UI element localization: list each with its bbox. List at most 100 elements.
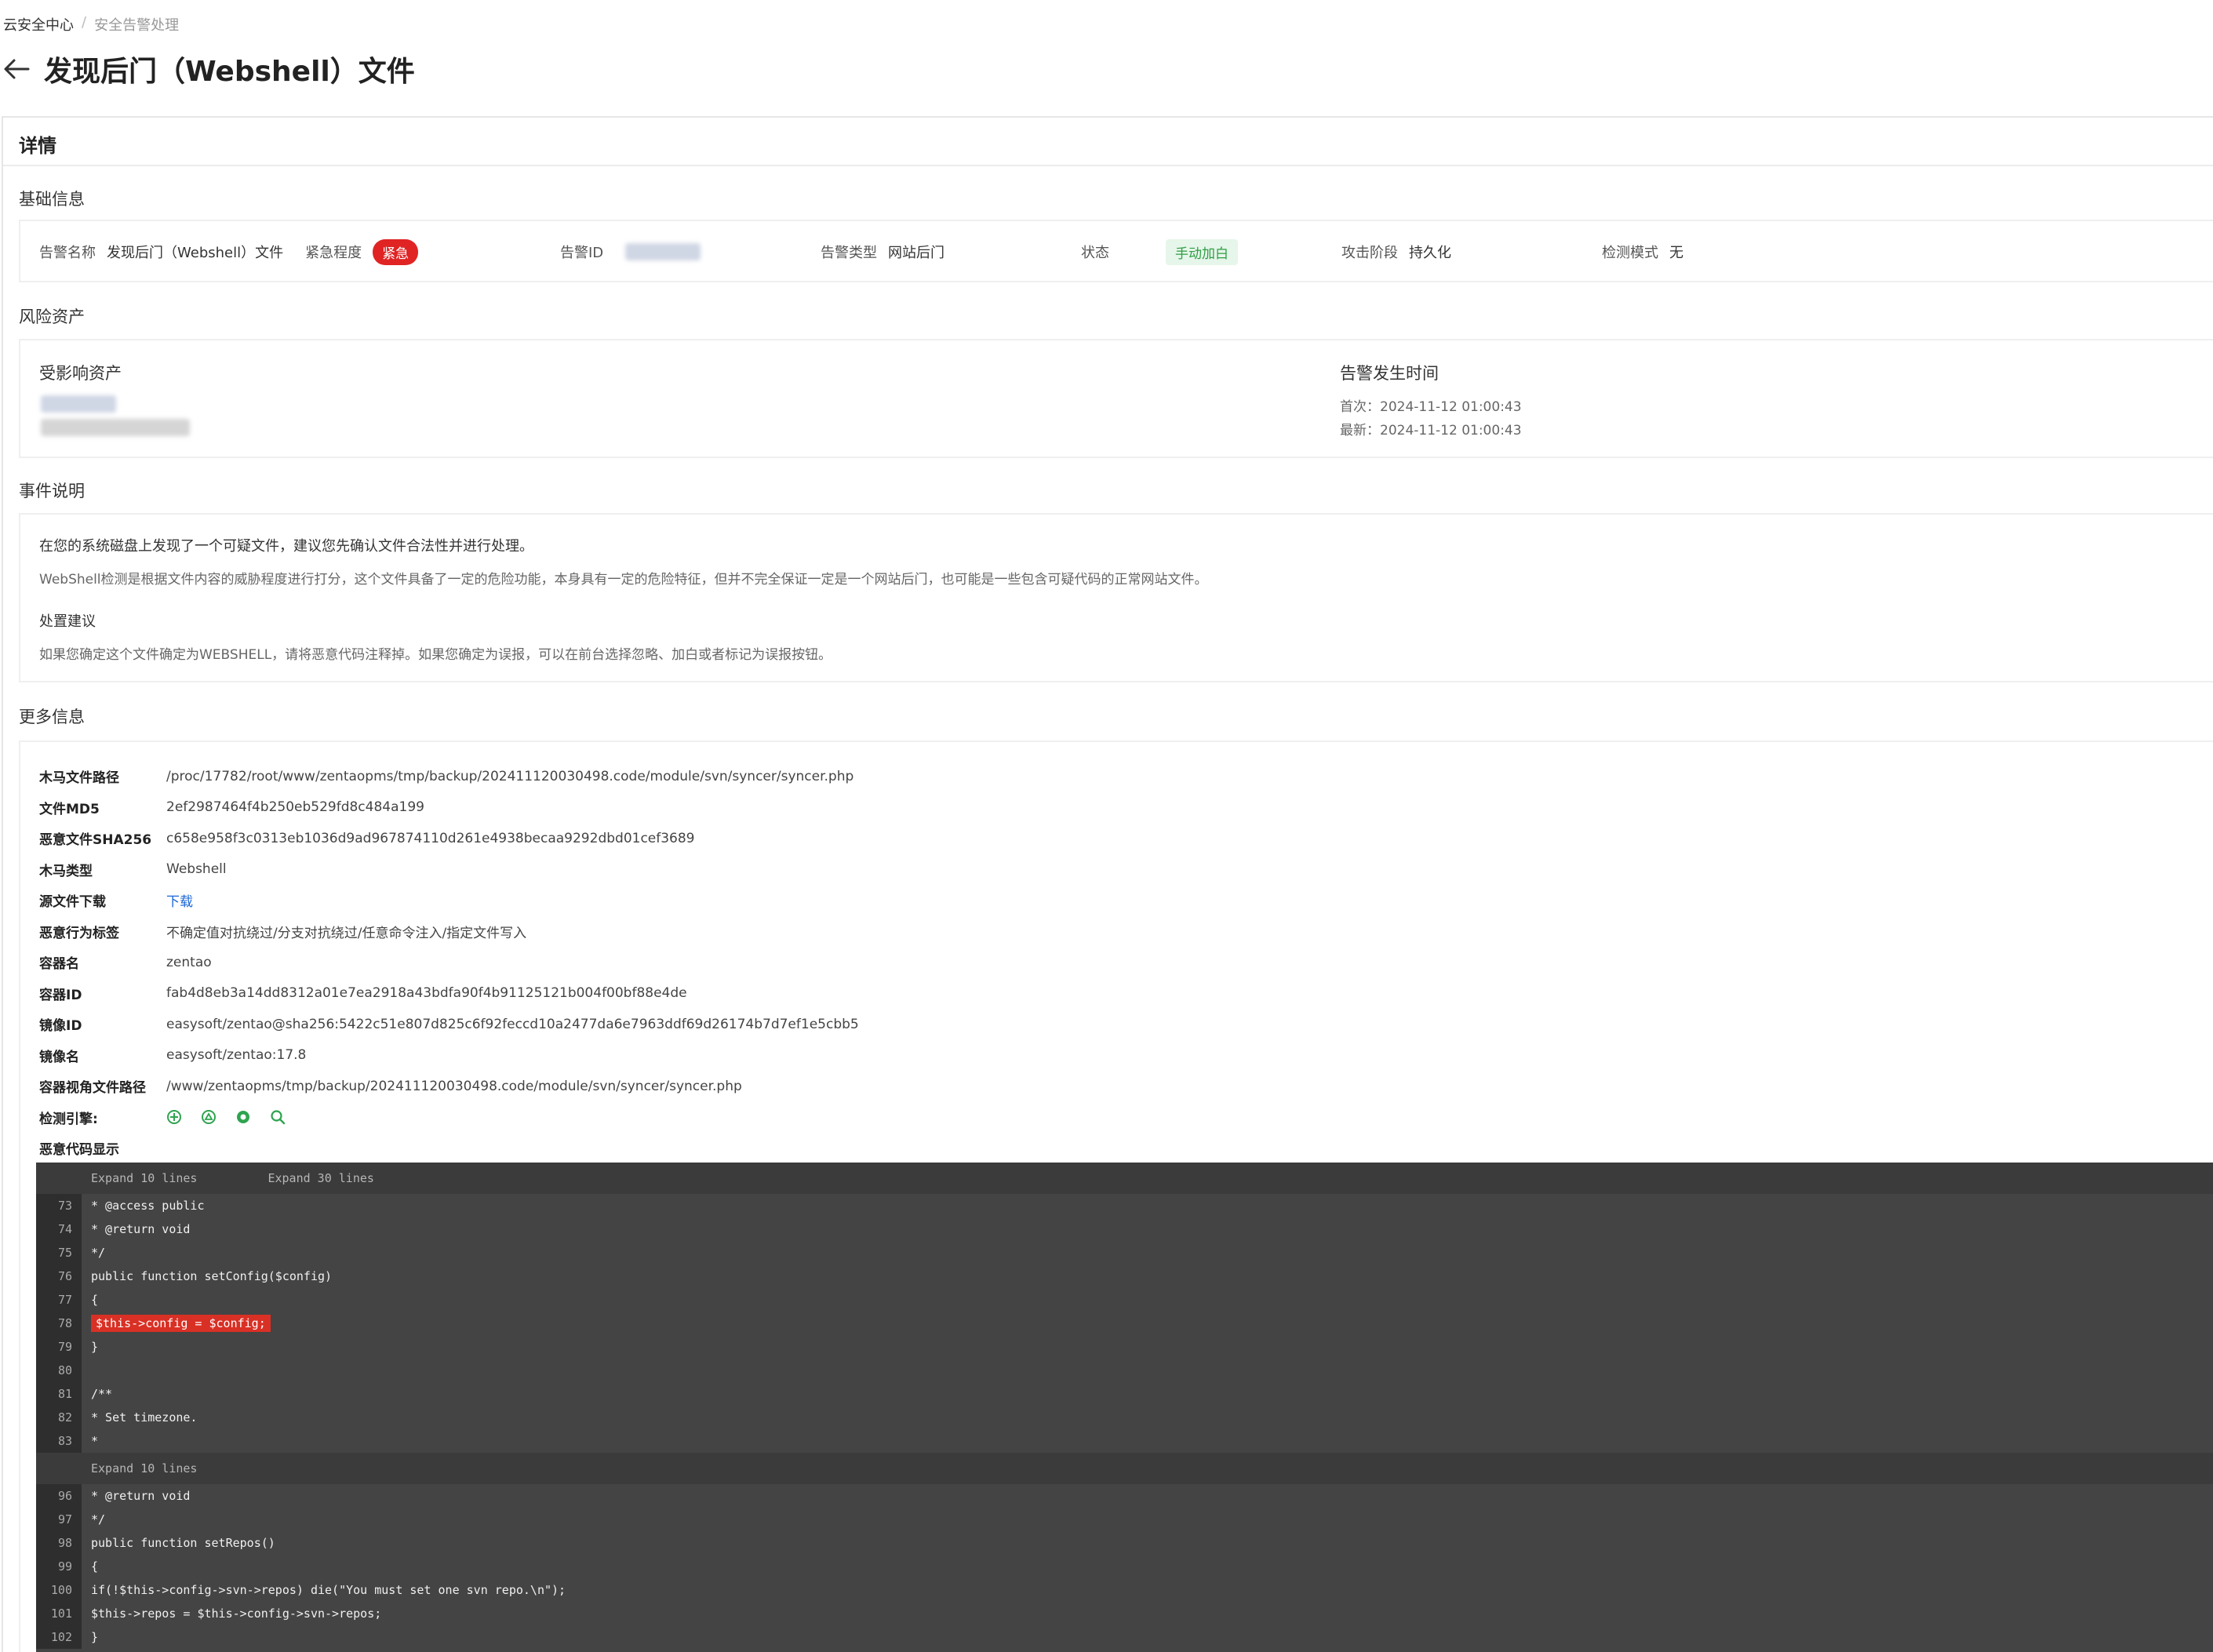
alert-type-label: 告警类型 xyxy=(821,245,877,261)
expand-30-button[interactable]: Expand 30 lines xyxy=(268,1171,373,1185)
info-row-container-name: 容器名 zentao xyxy=(39,947,859,978)
advice-text: 如果您确定这个文件确定为WEBSHELL，请将恶意代码注释掉。如果您确定为误报，… xyxy=(39,647,832,663)
line-source: * @return void xyxy=(91,1222,191,1236)
status-field: 状态 手动加白 xyxy=(1081,221,1238,282)
code-expand-bar-top: Expand 10 lines Expand 30 lines xyxy=(36,1163,2213,1194)
code-line-highlighted: 78 $this->config = $config; xyxy=(36,1312,2213,1335)
line-source: * @return void xyxy=(91,1489,191,1503)
info-row-image-id: 镜像ID easysoft/zentao@sha256:5422c51e807d8… xyxy=(39,1009,859,1040)
info-key: 源文件下载 xyxy=(39,894,106,911)
back-arrow-icon[interactable] xyxy=(3,57,30,81)
urgency-label: 紧急程度 xyxy=(305,245,362,261)
breadcrumb-separator: / xyxy=(82,14,87,31)
basic-info-title: 基础信息 xyxy=(19,190,85,209)
info-key: 镜像名 xyxy=(39,1049,79,1065)
alert-name-label: 告警名称 xyxy=(39,245,96,261)
info-value: easysoft/zentao:17.8 xyxy=(166,1047,307,1064)
line-number: 74 xyxy=(36,1217,82,1241)
line-source: /** xyxy=(91,1387,113,1401)
detect-mode-field: 检测模式 无 xyxy=(1602,221,1683,282)
line-source: { xyxy=(91,1559,99,1574)
info-row-engines: 检测引擎: xyxy=(39,1102,859,1133)
expand-10-button[interactable]: Expand 10 lines xyxy=(91,1461,197,1476)
engine-search-icon[interactable] xyxy=(270,1109,286,1125)
line-number: 75 xyxy=(36,1241,82,1264)
attack-stage-label: 攻击阶段 xyxy=(1341,245,1398,261)
code-line: 101 $this->repos = $this->config->svn->re… xyxy=(36,1602,2213,1625)
line-source: * @access public xyxy=(91,1199,205,1213)
info-row-image-name: 镜像名 easysoft/zentao:17.8 xyxy=(39,1040,859,1072)
code-line: 97 */ xyxy=(36,1508,2213,1531)
latest-time: 最新：2024-11-12 01:00:43 xyxy=(1340,423,1522,438)
info-row-trojan-path: 木马文件路径/proc/17782/root/www/zentaopms/tmp… xyxy=(39,761,859,792)
event-line2: WebShell检测是根据文件内容的威胁程度进行打分，这个文件具备了一定的危险功… xyxy=(39,572,1208,588)
status-label: 状态 xyxy=(1081,245,1109,261)
code-line: 83 * xyxy=(36,1429,2213,1453)
info-value: /www/zentaopms/tmp/backup/20241112003049… xyxy=(166,1078,742,1094)
line-number: 83 xyxy=(36,1429,82,1453)
line-source: } xyxy=(91,1340,99,1354)
page-title: 发现后门（Webshell）文件 xyxy=(44,56,415,88)
code-lines-b: 96 * @return void 97 */ 98 public function … xyxy=(36,1484,2213,1649)
expand-10-button[interactable]: Expand 10 lines xyxy=(91,1171,197,1185)
download-link[interactable]: 下载 xyxy=(166,890,193,910)
info-row-download: 源文件下载 下载 xyxy=(39,885,859,916)
code-viewer: Expand 10 lines Expand 30 lines 73 * @acc… xyxy=(36,1163,2213,1652)
breadcrumb-current: 安全告警处理 xyxy=(94,17,180,34)
line-number: 77 xyxy=(36,1288,82,1312)
first-time: 首次：2024-11-12 01:00:43 xyxy=(1340,399,1522,415)
line-source: $this->repos = $this->config->svn->repos… xyxy=(91,1607,382,1621)
code-line: 82 * Set timezone. xyxy=(36,1406,2213,1429)
engine-icons xyxy=(166,1109,286,1125)
info-value: Webshell xyxy=(166,861,227,878)
line-source: * Set timezone. xyxy=(91,1410,198,1425)
code-line: 75 */ xyxy=(36,1241,2213,1264)
line-source: */ xyxy=(91,1246,106,1260)
alert-name-value: 发现后门（Webshell）文件 xyxy=(107,245,284,261)
info-key: 容器视角文件路径 xyxy=(39,1080,146,1097)
advice-title: 处置建议 xyxy=(39,613,96,630)
info-row-code-label: 恶意代码显示 xyxy=(39,1133,859,1164)
code-line: 99 { xyxy=(36,1555,2213,1578)
line-source: { xyxy=(91,1293,99,1307)
event-box: 在您的系统磁盘上发现了一个可疑文件，建议您先确认文件合法性并进行处理。 WebS… xyxy=(19,513,2213,682)
info-key: 恶意文件SHA256 xyxy=(39,832,152,849)
alert-type-value: 网站后门 xyxy=(888,245,945,261)
breadcrumb-root[interactable]: 云安全中心 xyxy=(3,14,74,35)
info-value: c658e958f3c0313eb1036d9ad967874110d261e4… xyxy=(166,830,695,846)
detect-mode-value: 无 xyxy=(1669,245,1683,261)
alert-type-field: 告警类型 网站后门 xyxy=(821,221,945,282)
info-key: 恶意行为标签 xyxy=(39,925,119,941)
line-number: 80 xyxy=(36,1359,82,1382)
line-source: */ xyxy=(91,1512,106,1526)
alert-id-redacted xyxy=(625,243,701,260)
info-value: easysoft/zentao@sha256:5422c51e807d825c6… xyxy=(166,1016,859,1032)
info-row-md5: 文件MD5 2ef2987464f4b250eb529fd8c484a199 xyxy=(39,792,859,824)
line-number: 73 xyxy=(36,1194,82,1217)
panel-title: 详情 xyxy=(3,118,2213,166)
engine-c-icon[interactable] xyxy=(235,1109,251,1125)
code-line: 96 * @return void xyxy=(36,1484,2213,1508)
status-badge: 手动加白 xyxy=(1166,238,1238,265)
info-value: 2ef2987464f4b250eb529fd8c484a199 xyxy=(166,799,424,816)
code-line: 81 /** xyxy=(36,1382,2213,1406)
event-title: 事件说明 xyxy=(19,482,85,500)
code-line: 98 public function setRepos() xyxy=(36,1531,2213,1555)
code-line: 74 * @return void xyxy=(36,1217,2213,1241)
event-line1: 在您的系统磁盘上发现了一个可疑文件，建议您先确认文件合法性并进行处理。 xyxy=(39,538,533,555)
alert-id-field: 告警ID xyxy=(560,221,701,282)
line-number: 82 xyxy=(36,1406,82,1429)
asset-name-redacted[interactable] xyxy=(41,395,116,413)
engine-b-icon[interactable] xyxy=(201,1109,217,1125)
code-label: 恶意代码显示 xyxy=(39,1142,119,1159)
code-line: 102} xyxy=(36,1625,2213,1649)
line-number: 78 xyxy=(36,1312,82,1335)
detect-mode-label: 检测模式 xyxy=(1602,245,1658,261)
attack-stage-value: 持久化 xyxy=(1409,245,1451,261)
line-number: 99 xyxy=(36,1555,82,1578)
info-key: 木马类型 xyxy=(39,863,93,879)
info-row-container-id: 容器ID fab4d8eb3a14dd8312a01e7ea2918a43bdfa… xyxy=(39,978,859,1010)
affected-asset-label: 受影响资产 xyxy=(39,364,122,383)
page-header: 发现后门（Webshell）文件 xyxy=(3,49,415,89)
engine-a-icon[interactable] xyxy=(166,1109,182,1125)
